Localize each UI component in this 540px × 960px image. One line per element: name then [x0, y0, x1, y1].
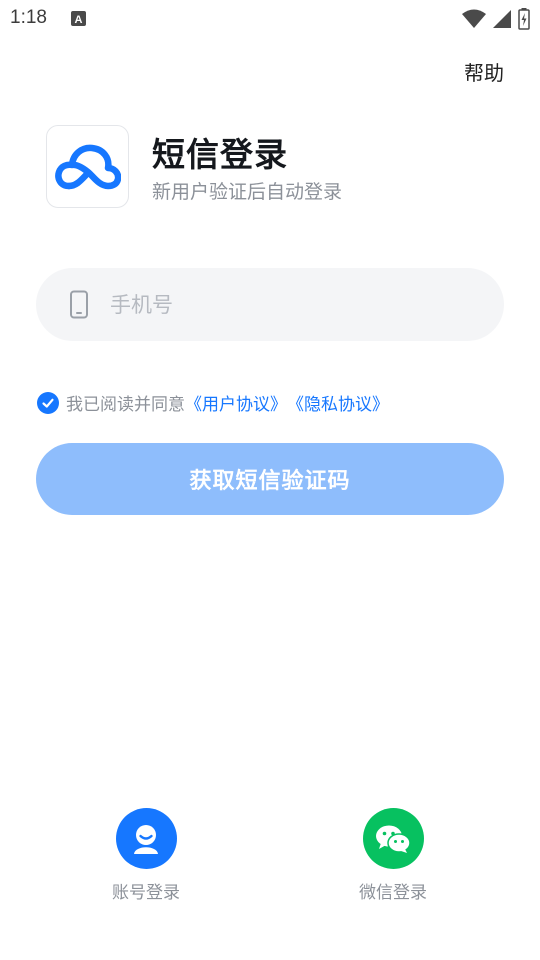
wechat-login-button[interactable]: 微信登录: [333, 808, 453, 903]
phone-input[interactable]: [110, 268, 480, 341]
get-sms-code-button[interactable]: 获取短信验证码: [36, 443, 504, 515]
status-bar: 1:18 A: [0, 0, 540, 40]
wifi-icon: [462, 9, 486, 28]
privacy-policy-link[interactable]: 《隐私协议》: [287, 390, 389, 415]
check-icon: [42, 398, 54, 408]
page-title: 短信登录: [152, 135, 288, 174]
signal-icon: [493, 10, 511, 28]
wechat-icon: [362, 808, 424, 869]
user-agreement-link[interactable]: 《用户协议》: [185, 390, 287, 415]
wechat-login-label: 微信登录: [359, 883, 427, 903]
agreement-text: 我已阅读并同意: [66, 395, 185, 415]
help-link[interactable]: 帮助: [464, 57, 504, 86]
battery-icon: [518, 8, 530, 30]
status-time: 1:18: [10, 7, 47, 28]
page-subtitle: 新用户验证后自动登录: [152, 181, 343, 203]
account-login-label: 账号登录: [112, 883, 180, 903]
account-icon: [115, 808, 177, 869]
phone-field[interactable]: [36, 268, 504, 341]
agreement-row: 我已阅读并同意 《用户协议》 《隐私协议》: [37, 390, 389, 415]
app-logo: [46, 125, 129, 208]
account-login-button[interactable]: 账号登录: [86, 808, 206, 903]
status-icons: [462, 8, 530, 30]
agreement-checkbox[interactable]: [37, 391, 59, 414]
phone-icon: [70, 290, 88, 319]
cloud-icon: [54, 144, 121, 189]
svg-text:A: A: [75, 14, 83, 26]
font-a-icon: A: [71, 11, 86, 26]
